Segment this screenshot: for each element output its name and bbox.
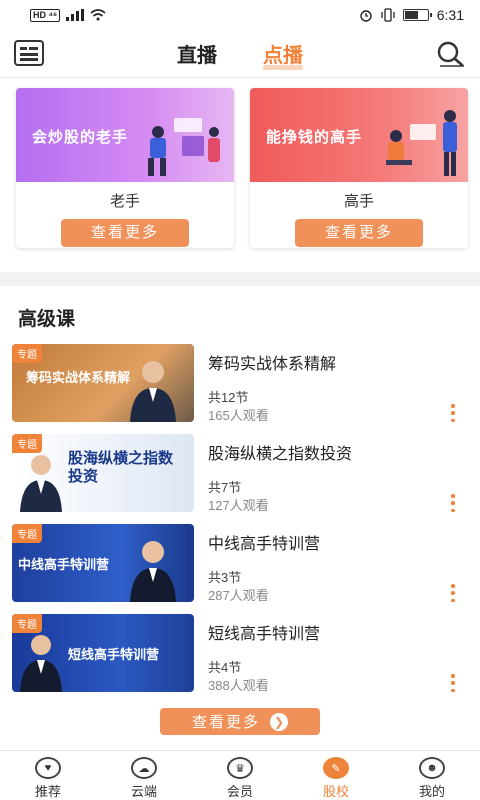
course-sections: 共7节	[208, 480, 242, 495]
more-options-icon[interactable]	[450, 494, 456, 512]
course-thumbnail[interactable]: 专题 筹码实战体系精解	[12, 344, 194, 422]
battery-level	[404, 11, 418, 19]
card-banner: 会炒股的老手	[16, 88, 234, 182]
nav-label: 我的	[418, 784, 445, 799]
vibrate-icon	[381, 8, 395, 22]
nav-item-member[interactable]: ♛ 会员	[192, 751, 288, 800]
search-icon[interactable]	[434, 40, 466, 68]
status-right: 6:31	[359, 7, 464, 23]
network-type-indicator: HD ⁴⁶	[30, 8, 61, 22]
card-caption: 高手	[343, 193, 374, 210]
view-more-button[interactable]: 查看更多	[295, 219, 423, 247]
more-options-icon[interactable]	[450, 584, 456, 602]
course-item[interactable]: 专题 股海纵横之指数投资 股海纵横之指数投资 共7节 127人观看	[12, 432, 468, 522]
section-title: 高级课	[18, 309, 76, 330]
course-sections: 共12节	[208, 390, 249, 405]
load-more-label: 查看更多	[191, 714, 260, 731]
level-cards: 会炒股的老手 老手 查看更多 能挣钱的高手 高手 查看更多	[16, 88, 468, 248]
lecturer-portrait	[20, 635, 62, 692]
course-views: 127人观看	[208, 498, 269, 513]
more-options-icon[interactable]	[450, 404, 456, 422]
thumbnail-title: 筹码实战体系精解	[26, 370, 131, 385]
crown-icon: ♛	[227, 757, 253, 779]
course-title[interactable]: 短线高手特训营	[208, 620, 320, 644]
course-tag: 专题	[12, 344, 42, 363]
course-item[interactable]: 专题 中线高手特训营 中线高手特训营 共3节 287人观看	[12, 522, 468, 612]
battery-icon	[402, 9, 432, 21]
course-item[interactable]: 专题 筹码实战体系精解 筹码实战体系精解 共12节 165人观看	[12, 342, 468, 432]
heart-icon: ♥	[35, 757, 61, 779]
signal-icon	[66, 9, 85, 21]
course-title[interactable]: 筹码实战体系精解	[208, 350, 336, 374]
view-more-button[interactable]: 查看更多	[61, 219, 189, 247]
course-views: 388人观看	[208, 678, 269, 693]
course-tag: 专题	[12, 524, 42, 543]
thumbnail-title: 短线高手特训营	[68, 647, 160, 662]
wifi-icon	[90, 9, 106, 21]
course-title[interactable]: 中线高手特训营	[208, 530, 320, 554]
school-icon: ✎	[323, 757, 349, 779]
tab-vod[interactable]: 点播	[263, 33, 303, 74]
lecturer-portrait	[20, 455, 62, 512]
lecturer-portrait	[130, 541, 176, 602]
user-icon: ☻	[419, 757, 445, 779]
nav-item-cloud[interactable]: ☁ 云端	[96, 751, 192, 800]
bottom-nav: ♥ 推荐 ☁ 云端 ♛ 会员 ✎ 股校 ☻ 我的	[0, 750, 480, 800]
nav-label: 推荐	[34, 784, 61, 799]
illustration-people-icon	[148, 118, 220, 176]
nav-item-recommend[interactable]: ♥ 推荐	[0, 751, 96, 800]
course-thumbnail[interactable]: 专题 股海纵横之指数投资	[12, 434, 194, 512]
list-menu-icon[interactable]	[14, 40, 44, 66]
header-tabs: 直播 点播	[177, 33, 303, 74]
chevron-right-icon: ❯	[270, 712, 288, 731]
course-sections: 共4节	[208, 660, 242, 675]
more-options-icon[interactable]	[450, 674, 456, 692]
nav-item-school[interactable]: ✎ 股校	[288, 751, 384, 800]
course-tag: 专题	[12, 614, 42, 633]
lecturer-portrait	[130, 361, 176, 422]
course-list: 专题 筹码实战体系精解 筹码实战体系精解 共12节 165人观看 专题 股海纵横…	[12, 342, 468, 702]
top-header: 直播 点播	[0, 30, 480, 78]
status-left: HD ⁴⁶	[30, 8, 106, 22]
course-title[interactable]: 股海纵横之指数投资	[208, 440, 352, 464]
card-slogan: 能挣钱的高手	[266, 129, 363, 146]
course-views: 287人观看	[208, 588, 269, 603]
thumbnail-title: 中线高手特训营	[18, 557, 110, 572]
course-sections: 共3节	[208, 570, 242, 585]
course-thumbnail[interactable]: 专题 短线高手特训营	[12, 614, 194, 692]
card-slogan: 会炒股的老手	[32, 129, 129, 146]
load-more-button[interactable]: 查看更多 ❯	[160, 708, 320, 735]
nav-label: 云端	[130, 784, 157, 799]
course-views: 165人观看	[208, 408, 269, 423]
nav-item-profile[interactable]: ☻ 我的	[384, 751, 480, 800]
card-banner: 能挣钱的高手	[250, 88, 468, 182]
cloud-icon: ☁	[131, 757, 157, 779]
clock: 6:31	[436, 7, 464, 23]
card-veteran[interactable]: 会炒股的老手 老手 查看更多	[16, 88, 234, 248]
status-bar: HD ⁴⁶ 6:31	[0, 0, 480, 30]
illustration-people-icon	[386, 110, 457, 176]
tab-live[interactable]: 直播	[177, 33, 217, 74]
course-tag: 专题	[12, 434, 42, 453]
card-expert[interactable]: 能挣钱的高手 高手 查看更多	[250, 88, 468, 248]
course-item[interactable]: 专题 短线高手特训营 短线高手特训营 共4节 388人观看	[12, 612, 468, 702]
nav-label: 会员	[226, 784, 253, 799]
section-divider	[0, 272, 480, 286]
thumbnail-title: 股海纵横之指数投资	[68, 450, 174, 485]
course-thumbnail[interactable]: 专题 中线高手特训营	[12, 524, 194, 602]
nav-label: 股校	[322, 784, 349, 799]
alarm-icon	[360, 10, 372, 22]
card-caption: 老手	[109, 193, 140, 210]
